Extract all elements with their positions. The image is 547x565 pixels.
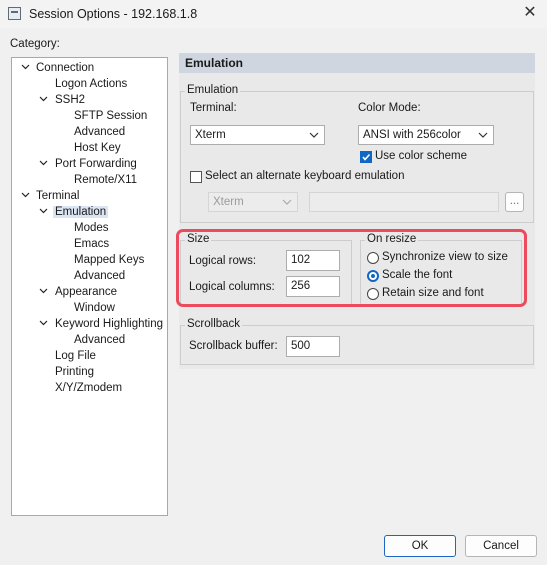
checkmark-icon [362, 153, 371, 161]
tree-item-emacs[interactable]: Emacs [74, 236, 109, 252]
caret-down-icon[interactable] [39, 284, 49, 300]
tree-item-keyword-advanced[interactable]: Advanced [74, 332, 125, 348]
caret-down-icon[interactable] [39, 316, 49, 332]
close-icon[interactable]: ✕ [519, 3, 541, 23]
chevron-down-icon [282, 199, 292, 205]
tree-item-emulation-advanced[interactable]: Advanced [74, 268, 125, 284]
alt-keyboard-select-value: Xterm [213, 196, 244, 208]
annotation-highlight-box [176, 229, 527, 307]
tree-item-sftp-session[interactable]: SFTP Session [74, 108, 147, 124]
caret-down-icon[interactable] [39, 156, 49, 172]
scrollback-buffer-input[interactable]: 500 [286, 336, 340, 357]
alt-keyboard-label: Select an alternate keyboard emulation [205, 170, 405, 182]
browse-button: ... [505, 192, 524, 212]
chevron-down-icon [478, 132, 488, 138]
tree-item-mapped-keys[interactable]: Mapped Keys [74, 252, 144, 268]
caret-down-icon[interactable] [39, 204, 49, 220]
terminal-label: Terminal: [190, 102, 237, 114]
terminal-select-value: Xterm [195, 129, 226, 141]
color-mode-select-value: ANSI with 256color [363, 129, 461, 141]
category-label: Category: [10, 38, 60, 50]
use-color-scheme-checkbox[interactable] [360, 151, 372, 163]
tree-item-ssh2-advanced[interactable]: Advanced [74, 124, 125, 140]
tree-item-modes[interactable]: Modes [74, 220, 109, 236]
alt-keyboard-checkbox[interactable] [190, 171, 202, 183]
category-tree[interactable]: Connection Logon Actions SSH2 SFTP Sessi… [11, 57, 168, 516]
color-mode-select[interactable]: ANSI with 256color [358, 125, 494, 145]
app-icon [8, 7, 21, 20]
page-title: Emulation [185, 56, 244, 70]
tree-item-xyzmodem[interactable]: X/Y/Zmodem [55, 380, 122, 396]
caret-down-icon[interactable] [39, 92, 49, 108]
alt-keyboard-path-input [309, 192, 499, 212]
window-title: Session Options - 192.168.1.8 [29, 7, 198, 21]
tree-item-window[interactable]: Window [74, 300, 115, 316]
tree-item-emulation[interactable]: Emulation [53, 204, 109, 220]
emulation-group-label: Emulation [185, 84, 241, 96]
use-color-scheme-label: Use color scheme [375, 150, 468, 162]
terminal-select[interactable]: Xterm [190, 125, 325, 145]
tree-item-remote-x11[interactable]: Remote/X11 [74, 172, 137, 188]
tree-item-keyword-highlighting[interactable]: Keyword Highlighting [55, 316, 163, 332]
tree-item-logon-actions[interactable]: Logon Actions [55, 76, 127, 92]
chevron-down-icon [309, 132, 319, 138]
tree-item-appearance[interactable]: Appearance [55, 284, 117, 300]
tree-item-printing[interactable]: Printing [55, 364, 94, 380]
color-mode-label: Color Mode: [358, 102, 421, 114]
tree-item-host-key[interactable]: Host Key [74, 140, 121, 156]
caret-down-icon[interactable] [21, 188, 31, 204]
tree-item-port-forwarding[interactable]: Port Forwarding [55, 156, 137, 172]
cancel-button[interactable]: Cancel [465, 535, 537, 557]
tree-item-connection[interactable]: Connection [36, 60, 94, 76]
scrollback-buffer-label: Scrollback buffer: [189, 340, 278, 352]
tree-item-log-file[interactable]: Log File [55, 348, 96, 364]
ok-button[interactable]: OK [384, 535, 456, 557]
scrollback-group-label: Scrollback [185, 318, 243, 330]
tree-item-terminal[interactable]: Terminal [36, 188, 79, 204]
tree-item-ssh2[interactable]: SSH2 [55, 92, 85, 108]
alt-keyboard-select: Xterm [208, 192, 298, 212]
caret-down-icon[interactable] [21, 60, 31, 76]
